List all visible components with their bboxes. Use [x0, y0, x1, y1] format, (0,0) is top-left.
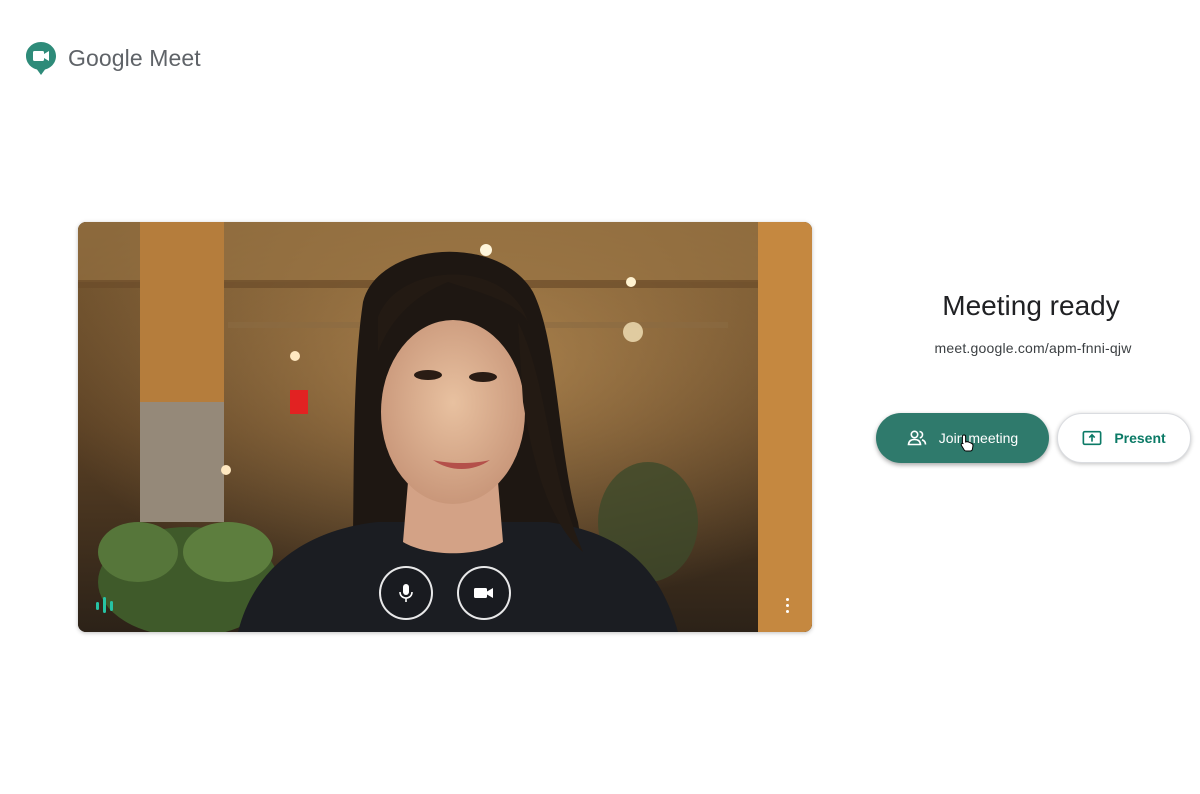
more-vert-icon[interactable] [780, 594, 794, 616]
microphone-toggle-button[interactable] [379, 566, 433, 620]
present-screen-icon [1082, 430, 1102, 446]
camera-toggle-button[interactable] [457, 566, 511, 620]
page-title: Meeting ready [942, 290, 1120, 321]
camera-icon [474, 588, 493, 598]
preview-controls [78, 566, 812, 620]
brand-name: Google Meet [68, 44, 201, 71]
people-icon [907, 430, 927, 446]
brand: Google Meet [24, 40, 201, 76]
join-meeting-label: Join meeting [938, 430, 1019, 446]
present-button[interactable]: Present [1057, 413, 1191, 463]
meet-lobby-page: Google Meet Meeting ready meet.google.co… [0, 0, 1200, 794]
google-meet-logo-icon [26, 42, 56, 75]
camera-preview [78, 222, 812, 632]
join-actions: Join meeting Present [876, 413, 1191, 463]
join-panel: Meeting ready meet.google.com/apm-fnni-q… [870, 290, 1196, 463]
meeting-link: meet.google.com/apm-fnni-qjw [934, 340, 1132, 356]
microphone-icon [399, 584, 413, 602]
mouse-cursor-icon [960, 434, 974, 452]
present-label: Present [1114, 430, 1166, 446]
